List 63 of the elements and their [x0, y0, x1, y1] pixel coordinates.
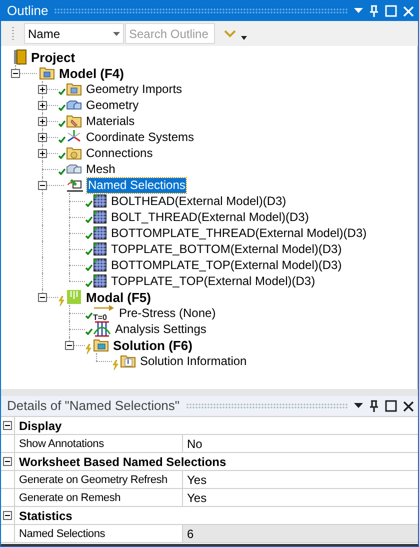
filter-select[interactable]: Name [24, 23, 124, 44]
close-icon[interactable] [403, 400, 414, 412]
tree-item[interactable]: Solution (F6) [112, 338, 194, 352]
folder-icon [39, 65, 55, 81]
tree-item[interactable]: BOTTOMPLATE_TOP(External Model)(D3) [110, 258, 343, 272]
dropdown-arrow-icon[interactable] [241, 36, 247, 40]
tree-item[interactable]: Modal (F5) [85, 290, 152, 304]
grid-block-icon [93, 258, 107, 272]
grid-block-icon [93, 242, 107, 256]
info-folder-icon: i [120, 353, 136, 369]
tree-item[interactable]: Pre-Stress (None) [118, 306, 217, 320]
tree-item[interactable]: Mesh [85, 162, 116, 176]
section-header: Worksheet Based Named Selections [18, 454, 226, 470]
collapse-icon[interactable] [3, 457, 12, 466]
folder-icon [93, 337, 109, 353]
expand-icon[interactable] [38, 149, 47, 158]
comb-icon [66, 289, 82, 305]
panel-title: Outline [7, 2, 48, 20]
grid-block-icon [93, 226, 107, 240]
tree-item[interactable]: TOPPLATE_BOTTOM(External Model)(D3) [110, 242, 343, 256]
tree-item[interactable]: Geometry Imports [85, 82, 184, 96]
tree-item[interactable]: TOPPLATE_TOP(External Model)(D3) [110, 274, 316, 288]
book-icon [13, 49, 27, 65]
tree-item[interactable]: Named Selections [87, 178, 186, 192]
section-header: Statistics [18, 508, 72, 524]
collapse-icon[interactable] [11, 69, 20, 78]
tree-item[interactable]: Solution Information [139, 354, 248, 368]
panel-title: Details of "Named Selections" [7, 397, 180, 416]
tree-item[interactable]: Model (F4) [58, 66, 125, 80]
tree-item[interactable]: BOLT_THREAD(External Model)(D3) [110, 210, 310, 224]
collapse-icon[interactable] [65, 341, 74, 350]
grid-block-icon [93, 210, 107, 224]
folder-icon [66, 113, 82, 129]
pin-icon[interactable] [369, 400, 379, 412]
grid-block-icon [93, 194, 107, 208]
expand-icon[interactable] [38, 117, 47, 126]
search-field[interactable]: Search Outline [125, 23, 215, 44]
dropdown-arrow-icon[interactable] [354, 403, 363, 409]
tree-item[interactable]: Connections [85, 146, 154, 160]
property-value[interactable]: 6 [183, 525, 418, 542]
tree-item[interactable]: Geometry [85, 98, 140, 112]
expand-icon[interactable] [38, 133, 47, 142]
expand-icon[interactable] [38, 101, 47, 110]
folder-icon [66, 145, 82, 161]
section-header: Display [18, 418, 62, 434]
folder-icon [66, 81, 82, 97]
collapse-icon[interactable] [3, 511, 12, 520]
beam-chart-icon [93, 321, 111, 337]
selection-tool-icon [66, 177, 84, 193]
grid-block-icon [93, 274, 107, 288]
tree-item[interactable]: Coordinate Systems [85, 130, 196, 144]
maximize-icon[interactable] [385, 400, 397, 412]
collapse-icon[interactable] [38, 181, 47, 190]
tree-item[interactable]: Materials [85, 114, 136, 128]
tree-item[interactable]: Project [30, 50, 76, 64]
tree-item[interactable]: BOLTHEAD(External Model)(D3) [110, 194, 288, 208]
dropdown-arrow-icon [113, 32, 120, 36]
tree-item[interactable]: BOTTOMPLATE_THREAD(External Model)(D3) [110, 226, 368, 240]
grip-icon [11, 26, 15, 42]
expand-icon[interactable] [38, 85, 47, 94]
tree-item[interactable]: Analysis Settings [114, 322, 208, 336]
collapse-icon[interactable] [38, 293, 47, 302]
collapse-icon[interactable] [3, 421, 12, 430]
